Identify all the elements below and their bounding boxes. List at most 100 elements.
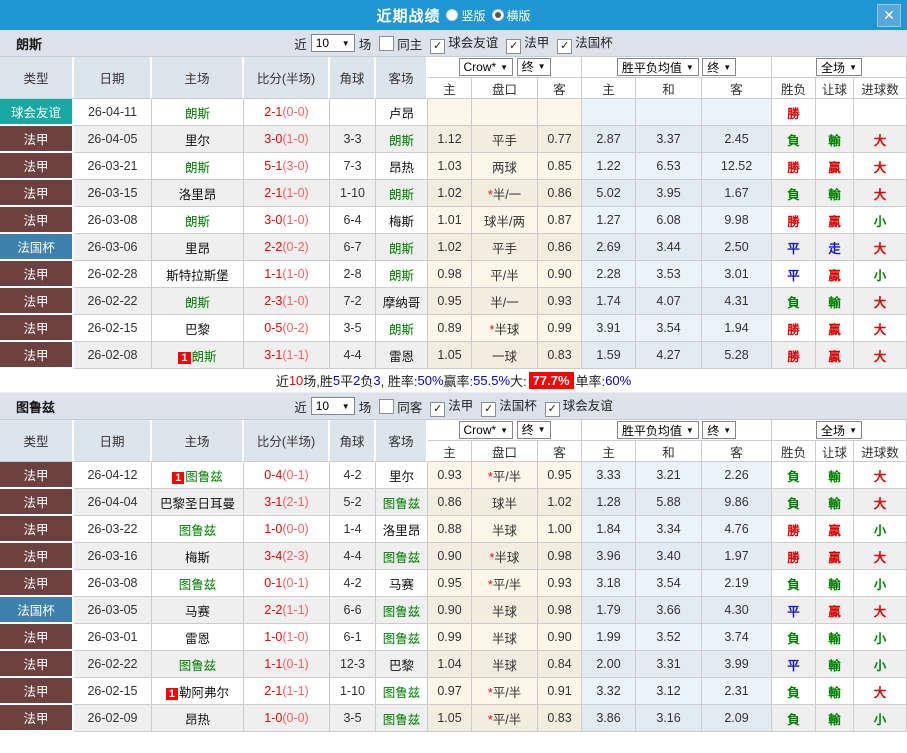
competition-cell: 法甲 [0,288,74,315]
halftime-score: (0-0) [282,105,309,119]
date-cell: 26-04-05 [74,126,152,153]
avg-away-cell: 2.50 [702,234,773,261]
match-row: 法甲 26-03-21 朗斯 5-1(3-0) 7-3 昂热 1.03 两球 0… [0,153,907,180]
away-team-cell: 图鲁兹 [376,597,428,624]
filter-checkbox[interactable]: ✓ [430,402,446,417]
halftime-score: (0-1) [282,468,309,482]
date-cell: 26-03-08 [74,570,152,597]
score-cell: 2-1(0-0) [244,99,330,126]
goals-result-cell: 大 [854,288,907,315]
goals-result-cell: 大 [854,597,907,624]
date-cell: 26-04-11 [74,99,152,126]
wdl-result-cell: 負 [772,705,817,732]
avg-draw-cell: 3.21 [636,462,703,489]
fulltime-score: 1-0 [264,630,283,644]
bookmaker-select[interactable]: Crow* ▼ [458,58,514,77]
competition-cell: 法甲 [0,489,74,516]
filter-label: 法国杯 [575,36,613,50]
bookmaker-final-select[interactable]: 终 ▼ [516,57,551,76]
avg-select[interactable]: 胜平负均值 ▼ [616,58,699,76]
match-count-select[interactable]: 10 ▼ [310,397,355,415]
scope-select[interactable]: 全场 ▼ [816,58,862,76]
halftime-score: (0-1) [282,576,309,590]
match-row: 法甲 26-03-08 朗斯 3-0(1-0) 6-4 梅斯 1.01 球半/两… [0,207,907,234]
away-team-cell: 梅斯 [376,207,428,234]
score-cell: 3-1(1-1) [244,342,330,369]
score-cell: 2-1(1-1) [244,678,330,705]
handicap-result-cell: 輸 [816,651,855,678]
away-odds-cell: 0.84 [538,651,583,678]
away-team-name: 摩纳哥 [382,295,421,310]
corner-cell [330,99,376,126]
handicap-cell: 平/半 [472,261,538,288]
filter-checkbox[interactable]: ✓ [506,39,522,54]
filter-checkbox[interactable]: ✓ [557,39,573,54]
competition-cell: 法甲 [0,516,74,543]
avg-draw-cell: 3.54 [636,570,703,597]
filter-checkbox[interactable]: ✓ [430,39,446,54]
avg-home-cell: 1.99 [582,624,637,651]
wdl-result-cell: 負 [772,489,817,516]
bookmaker-final-select[interactable]: 终 ▼ [516,420,551,439]
avg-final-select[interactable]: 终 ▼ [702,421,737,439]
radio-checked-icon[interactable] [491,9,504,21]
scope-select[interactable]: 全场 ▼ [816,421,862,439]
avg-draw-cell: 3.16 [636,705,703,732]
avg-away-cell: 1.67 [702,180,773,207]
section1-team-name: 朗斯 [16,36,43,52]
score-cell: 2-1(1-0) [244,180,330,207]
odds-group-header: Crow* ▼ 终 ▼ [428,57,583,78]
away-odds-cell: 0.86 [538,234,583,261]
match-count-select[interactable]: 10 ▼ [310,34,355,52]
handicap-cell: *平/半 [472,705,538,732]
score-cell: 2-3(1-0) [244,288,330,315]
radio-horizontal-label: 横版 [506,8,531,23]
handicap-text: 半球 [491,523,517,538]
fulltime-score: 3-4 [264,549,283,563]
fulltime-score: 3-1 [264,495,283,509]
close-button[interactable]: ✕ [877,4,901,27]
wdl-result-cell: 負 [772,624,817,651]
radio-unchecked-icon[interactable] [446,9,459,21]
competition-cell: 法甲 [0,126,74,153]
same-venue-checkbox[interactable] [379,35,395,51]
score-cell: 1-1(1-0) [244,261,330,288]
competition-cell: 法甲 [0,543,74,570]
away-team-cell: 巴黎 [376,651,428,678]
col-header-odds-away: 客 [538,78,583,99]
avg-select[interactable]: 胜平负均值 ▼ [616,421,699,439]
halftime-score: (0-2) [282,321,309,335]
home-team-cell: 朗斯 [152,207,244,234]
chevron-down-icon: ▼ [537,62,546,72]
avg-final-select[interactable]: 终 ▼ [702,58,737,76]
home-team-cell: 朗斯 [152,153,244,180]
home-team-cell: 里昂 [152,234,244,261]
filter-checkbox[interactable]: ✓ [481,402,497,417]
score-cell: 3-1(2-1) [244,489,330,516]
avg-away-cell: 12.52 [702,153,773,180]
same-venue-checkbox[interactable] [379,398,395,414]
wdl-result-cell: 勝 [772,342,817,369]
wdl-result-cell: 勝 [772,153,817,180]
avg-draw-cell: 6.53 [636,153,703,180]
col-header-avg-home: 主 [582,78,637,99]
layout-radio-horizontal[interactable]: 横版 [491,7,531,24]
layout-radio-vertical[interactable]: 竖版 [446,7,486,24]
home-team-cell: 梅斯 [152,543,244,570]
filter-checkbox[interactable]: ✓ [544,402,560,417]
match-row: 法甲 26-03-22 图鲁兹 1-0(0-0) 1-4 洛里昂 0.88 半球… [0,516,907,543]
bookmaker-select[interactable]: Crow* ▼ [458,421,514,440]
fulltime-score: 2-1 [264,105,283,119]
date-cell: 26-03-01 [74,624,152,651]
avg-group-header: 胜平负均值 ▼ 终 ▼ [582,57,773,78]
summary-segment: 单率: [575,374,606,389]
fulltime-score: 1-0 [264,522,283,536]
handicap-result-cell: 贏 [816,207,855,234]
score-cell: 3-0(1-0) [244,126,330,153]
away-odds-cell: 0.83 [538,705,583,732]
home-team-cell: 洛里昂 [152,180,244,207]
avg-home-cell [582,99,637,126]
summary-segment: 3 [373,373,381,388]
halftime-score: (1-1) [282,348,309,362]
away-team-cell: 洛里昂 [376,516,428,543]
